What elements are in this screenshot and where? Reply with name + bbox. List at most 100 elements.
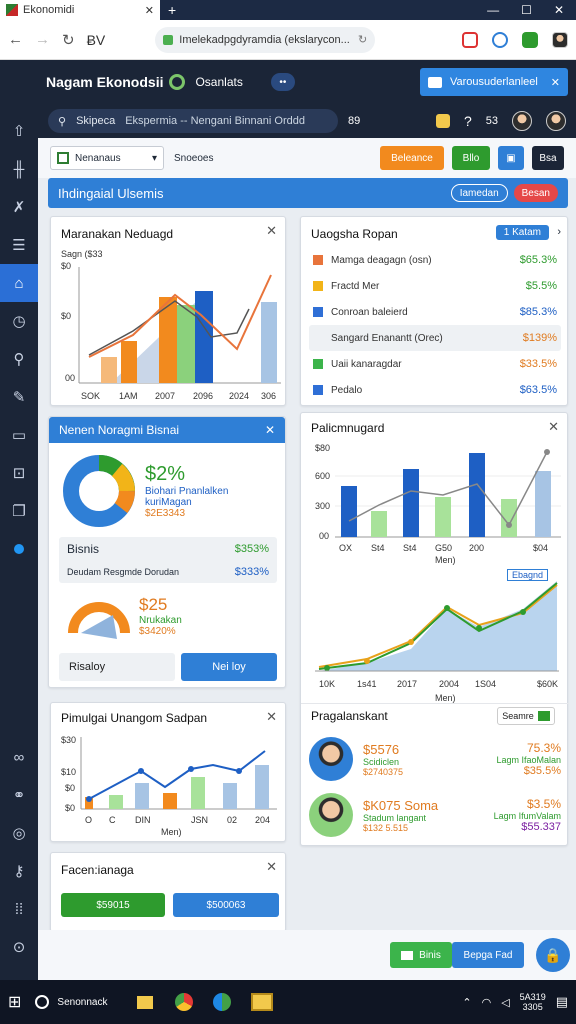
- extension-red-icon[interactable]: [462, 31, 478, 48]
- lock-fab[interactable]: 🔒: [536, 938, 570, 972]
- view-select[interactable]: Nenanaus ▾: [50, 146, 164, 170]
- search-icon[interactable]: ⚲: [0, 340, 38, 378]
- sliders-icon[interactable]: ☰: [0, 226, 38, 264]
- person-stats: 75.3% Lagm IfaoMalan $35.5%: [496, 741, 561, 777]
- search-button[interactable]: Seamre: [497, 707, 555, 725]
- minimize-icon[interactable]: —: [487, 3, 499, 17]
- person-pct3: $35.5%: [523, 765, 561, 777]
- green-button[interactable]: Bllo: [452, 146, 490, 170]
- person-row[interactable]: $K075 Soma Stadum langant $132 5.515 $3.5% L…: [309, 787, 561, 843]
- forward-icon[interactable]: →: [35, 31, 50, 48]
- filter-label[interactable]: Snoeoes: [174, 153, 213, 164]
- list-item[interactable]: Pedalo $63.5%: [309, 377, 561, 403]
- reload-icon[interactable]: ↻: [62, 31, 75, 49]
- search-row: ⚲ Skipeca Ekspermia -- Nengani Binnani O…: [38, 104, 576, 138]
- upload-icon[interactable]: ⊙: [0, 928, 38, 966]
- copy-icon[interactable]: ❐: [0, 492, 38, 530]
- help-icon[interactable]: ?: [464, 113, 472, 129]
- split-icon[interactable]: ╫: [0, 150, 38, 188]
- close-icon[interactable]: ✕: [266, 709, 277, 725]
- list-item[interactable]: Fractd Mer $5.5%: [309, 273, 561, 299]
- bar: [371, 511, 387, 537]
- refresh-icon[interactable]: ↻: [358, 33, 367, 46]
- y-tick: $0: [65, 803, 75, 813]
- banner-button-1[interactable]: Iamedan: [450, 184, 508, 202]
- person-info: $5576 Scidiclen $2740375: [363, 742, 403, 777]
- close-icon[interactable]: ✕: [548, 419, 559, 435]
- network-icon[interactable]: ⚭: [0, 776, 38, 814]
- browser-tab[interactable]: Ekonomidi ✕: [0, 0, 160, 20]
- close-icon[interactable]: ✕: [265, 423, 275, 437]
- window-close-icon[interactable]: ✕: [554, 3, 564, 17]
- tag-icon[interactable]: ✎: [0, 378, 38, 416]
- target-icon[interactable]: ◎: [0, 814, 38, 852]
- footer-green-button[interactable]: Binis: [390, 942, 452, 968]
- display-icon[interactable]: ⊡: [0, 454, 38, 492]
- more-icon[interactable]: ••: [270, 73, 295, 91]
- wifi-icon[interactable]: ◠: [482, 996, 492, 1009]
- legend-swatch: [313, 255, 323, 265]
- banner-button-2[interactable]: Besan: [513, 184, 558, 202]
- notification-icon[interactable]: ▤: [556, 994, 568, 1010]
- badge[interactable]: 1 Katam: [495, 225, 549, 240]
- bell-icon[interactable]: [435, 114, 450, 128]
- taskbar-search[interactable]: Senonnack: [57, 997, 107, 1008]
- app-window-icon[interactable]: [251, 993, 274, 1011]
- info-icon[interactable]: [492, 31, 508, 48]
- arrow-up-icon[interactable]: ⇧: [0, 112, 38, 150]
- link-icon[interactable]: ∞: [0, 738, 38, 776]
- card-title: Nenen Noragmi Bisnai: [59, 423, 180, 437]
- dark-button[interactable]: Bsa: [532, 146, 564, 170]
- clock[interactable]: 5A319 3305: [520, 992, 546, 1012]
- chrome-icon[interactable]: [175, 993, 194, 1011]
- close-icon[interactable]: ✕: [551, 76, 560, 89]
- maximize-icon[interactable]: ☐: [521, 3, 532, 17]
- person-row[interactable]: $5576 Scidiclen $2740375 75.3% Lagm IfaoMala…: [309, 731, 561, 787]
- list-item-value: $5.5%: [525, 280, 557, 292]
- clock-icon[interactable]: ◷: [0, 302, 38, 340]
- home-icon[interactable]: ⌂: [0, 264, 38, 302]
- stats-row: Deudam Resgmde Dorudan $333%: [59, 561, 277, 583]
- extension-green-icon[interactable]: [522, 31, 538, 48]
- search-icon[interactable]: [35, 995, 50, 1009]
- chrome-icon-2[interactable]: [213, 993, 232, 1011]
- url-field[interactable]: Imelekadpgdyramdia (ekslarycon... ↻: [155, 26, 376, 53]
- cross-tools-icon[interactable]: ✗: [0, 188, 38, 226]
- footer-blue-button[interactable]: Bepga Fad: [452, 942, 524, 968]
- volume-icon[interactable]: ◁: [501, 996, 509, 1009]
- list-item[interactable]: Sangard Enanantt (Orec) $139%: [309, 325, 561, 351]
- profile-avatar[interactable]: [552, 31, 568, 48]
- bar: [535, 471, 551, 537]
- app-subtitle[interactable]: Osanlats: [195, 75, 242, 89]
- green-button[interactable]: $59015: [61, 893, 165, 917]
- chevron-up-icon[interactable]: ⌃: [462, 996, 471, 1009]
- back-icon[interactable]: ←: [8, 31, 23, 48]
- user-avatar[interactable]: [512, 111, 532, 131]
- search-input[interactable]: ⚲ Skipeca Ekspermia -- Nengani Binnani O…: [48, 109, 338, 133]
- x-tick: $04: [533, 543, 548, 553]
- list-item[interactable]: Conroan baleierd $85.3%: [309, 299, 561, 325]
- chevron-down-icon: ▾: [151, 152, 157, 164]
- list-item[interactable]: Uaii kanaragdar $33.5%: [309, 351, 561, 377]
- close-icon[interactable]: ✕: [266, 859, 277, 875]
- list-item[interactable]: Mamga deagagn (osn) $65.3%: [309, 247, 561, 273]
- user-avatar-2[interactable]: [546, 111, 566, 131]
- blue-button[interactable]: $500063: [173, 893, 279, 917]
- notification-banner[interactable]: Varousuderlanleel ✕: [420, 68, 568, 96]
- new-tab-icon[interactable]: +: [168, 2, 176, 18]
- point: [364, 658, 370, 664]
- left-button[interactable]: Risaloy: [59, 653, 175, 681]
- key-icon[interactable]: ⚷: [0, 852, 38, 890]
- right-button[interactable]: Nei loy: [181, 653, 277, 681]
- chevron-right-icon[interactable]: ›: [557, 226, 561, 238]
- list-item-label: Pedalo: [331, 384, 363, 396]
- orange-button[interactable]: Beleance: [380, 146, 444, 170]
- folder-icon[interactable]: [137, 995, 154, 1009]
- briefcase-button[interactable]: ▣: [498, 146, 524, 170]
- close-icon[interactable]: ✕: [266, 223, 277, 239]
- grid-icon[interactable]: ⁞⁞: [0, 890, 38, 928]
- close-icon[interactable]: ✕: [145, 4, 154, 17]
- person-pct1: $3.5%: [526, 797, 561, 811]
- windows-start-icon[interactable]: ⊞: [8, 992, 21, 1012]
- window-icon[interactable]: ▭: [0, 416, 38, 454]
